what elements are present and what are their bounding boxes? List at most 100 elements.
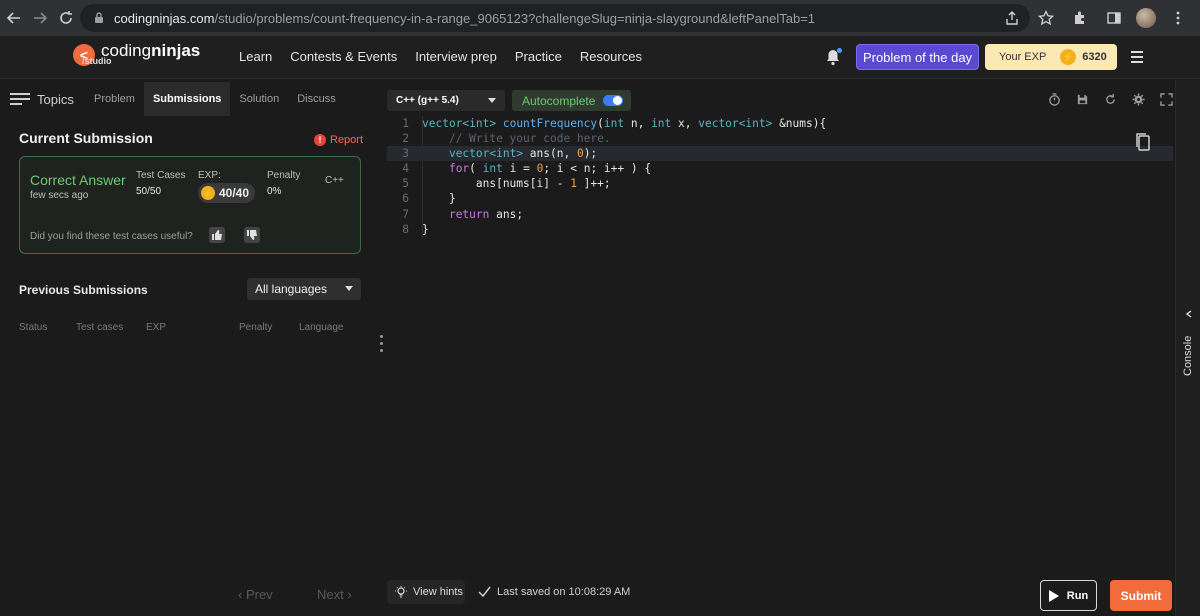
- col-penalty: Penalty: [239, 322, 273, 333]
- notification-bell-icon[interactable]: [825, 48, 842, 66]
- toggle-switch[interactable]: [603, 95, 623, 106]
- code-line[interactable]: 1 vector<int> countFrequency(int n, int x…: [387, 116, 1173, 131]
- reset-icon[interactable]: [1103, 92, 1117, 106]
- nav-interview-prep[interactable]: Interview prep: [415, 49, 497, 64]
- line-number: 6: [402, 192, 409, 206]
- app-header: < codingninjas /studio Learn Contests & …: [0, 36, 1200, 79]
- prev-page-button[interactable]: ‹ Prev: [238, 587, 273, 602]
- code-token: return: [448, 207, 490, 221]
- submission-time: few secs ago: [30, 190, 89, 201]
- nav-learn[interactable]: Learn: [239, 49, 272, 64]
- back-icon[interactable]: [2, 6, 26, 30]
- exp-score: 40/40: [219, 186, 250, 200]
- language-dropdown[interactable]: C++ (g++ 5.4): [387, 90, 505, 111]
- penalty-label: Penalty: [267, 170, 301, 181]
- nav-practice[interactable]: Practice: [515, 49, 562, 64]
- autocomplete-toggle[interactable]: Autocomplete: [512, 90, 631, 111]
- run-button[interactable]: Run: [1040, 580, 1097, 611]
- topics-button[interactable]: Topics: [0, 92, 85, 107]
- line-number: 4: [402, 162, 409, 176]
- bookmark-star-icon[interactable]: [1034, 6, 1058, 30]
- language-filter-select[interactable]: All languages: [247, 278, 361, 300]
- code-line[interactable]: 7 return ans;: [387, 207, 1173, 222]
- code-line[interactable]: 6 }: [387, 191, 1173, 206]
- tab-discuss[interactable]: Discuss: [288, 82, 345, 116]
- code-token: ; i < n; i++ ) {: [543, 162, 652, 176]
- hamburger-menu-icon[interactable]: [1131, 51, 1143, 63]
- code-token: }: [422, 192, 456, 206]
- tab-solution[interactable]: Solution: [230, 82, 288, 116]
- next-page-button[interactable]: Next ›: [317, 587, 352, 602]
- report-label: Report: [330, 134, 364, 146]
- line-number: 7: [402, 207, 409, 221]
- code-token: (: [469, 162, 483, 176]
- code-area[interactable]: 1 vector<int> countFrequency(int n, int x…: [387, 116, 1173, 237]
- code-token: // Write your code here.: [422, 132, 611, 146]
- language-dropdown-value: C++ (g++ 5.4): [396, 95, 459, 106]
- last-saved-status: Last saved on 10:08:29 AM: [478, 585, 630, 598]
- exp-pill: ⚡ 40/40: [198, 183, 256, 203]
- lightning-coin-icon: ⚡: [1060, 49, 1077, 65]
- autocomplete-label: Autocomplete: [522, 93, 596, 108]
- report-button[interactable]: ! Report: [314, 134, 363, 146]
- play-icon: [1048, 589, 1059, 602]
- side-panel-icon[interactable]: [1102, 6, 1126, 30]
- tab-problem[interactable]: Problem: [85, 82, 144, 116]
- share-icon[interactable]: [1000, 6, 1024, 30]
- code-token: &nums){: [772, 117, 827, 130]
- line-number: 2: [402, 132, 409, 146]
- fullscreen-icon[interactable]: [1159, 92, 1173, 106]
- console-toggle[interactable]: Console: [1178, 304, 1200, 384]
- notification-dot: [837, 48, 842, 53]
- nav-contests-events[interactable]: Contests & Events: [290, 49, 397, 64]
- topics-menu-icon: [10, 93, 30, 105]
- test-cases-label: Test Cases: [136, 170, 186, 181]
- reload-icon[interactable]: [54, 6, 78, 30]
- forward-icon[interactable]: [28, 6, 52, 30]
- nav-resources[interactable]: Resources: [580, 49, 642, 64]
- timer-icon[interactable]: [1047, 92, 1061, 106]
- view-hints-button[interactable]: View hints: [387, 580, 465, 604]
- save-icon[interactable]: [1075, 92, 1089, 106]
- prev-label: Prev: [245, 587, 273, 602]
- settings-gear-icon[interactable]: [1131, 92, 1145, 106]
- code-line[interactable]: 3 vector<int> ans(n, 0);: [387, 146, 1173, 162]
- code-token: int: [603, 117, 625, 130]
- thumbs-down-icon[interactable]: [244, 227, 260, 243]
- code-line[interactable]: 2 // Write your code here.: [387, 131, 1173, 146]
- useful-question: Did you find these test cases useful?: [30, 231, 193, 242]
- tab-submissions[interactable]: Submissions: [143, 82, 231, 116]
- next-label: Next: [317, 587, 344, 602]
- submit-button[interactable]: Submit: [1110, 580, 1172, 611]
- kebab-menu-icon[interactable]: [1166, 6, 1190, 30]
- profile-avatar[interactable]: [1136, 8, 1156, 28]
- lightning-coin-icon: ⚡: [201, 186, 215, 200]
- your-exp-badge[interactable]: Your EXP ⚡ 6320: [985, 44, 1117, 70]
- address-bar[interactable]: codingninjas.com/studio/problems/count-f…: [80, 4, 1030, 32]
- code-token: ans[nums[i] -: [422, 177, 571, 191]
- lightbulb-icon: [395, 586, 407, 598]
- code-token: int: [482, 162, 503, 176]
- problem-of-the-day-button[interactable]: Problem of the day: [856, 44, 979, 70]
- thumbs-up-icon[interactable]: [209, 227, 225, 243]
- code-token: n,: [624, 117, 652, 130]
- code-token: 0: [576, 147, 584, 161]
- alert-icon: !: [314, 134, 326, 146]
- code-line[interactable]: 8}: [387, 222, 1173, 237]
- run-label: Run: [1066, 589, 1089, 602]
- code-token: }: [422, 222, 429, 236]
- previous-submissions-title: Previous Submissions: [19, 283, 148, 297]
- code-line[interactable]: 5 ans[nums[i] - 1 ]++;: [387, 176, 1173, 191]
- code-text: }: [422, 191, 456, 206]
- code-token: ans;: [489, 207, 524, 221]
- exp-label: EXP:: [198, 170, 221, 181]
- code-line[interactable]: 4 for( int i = 0; i < n; i++ ) {: [387, 161, 1173, 176]
- copy-icon[interactable]: [1135, 132, 1151, 152]
- editor-toolbar: [1047, 92, 1173, 106]
- panel-resize-handle[interactable]: [380, 335, 384, 356]
- extensions-icon[interactable]: [1068, 6, 1092, 30]
- code-token: countFrequency: [502, 117, 598, 130]
- console-label: Console: [1182, 335, 1194, 376]
